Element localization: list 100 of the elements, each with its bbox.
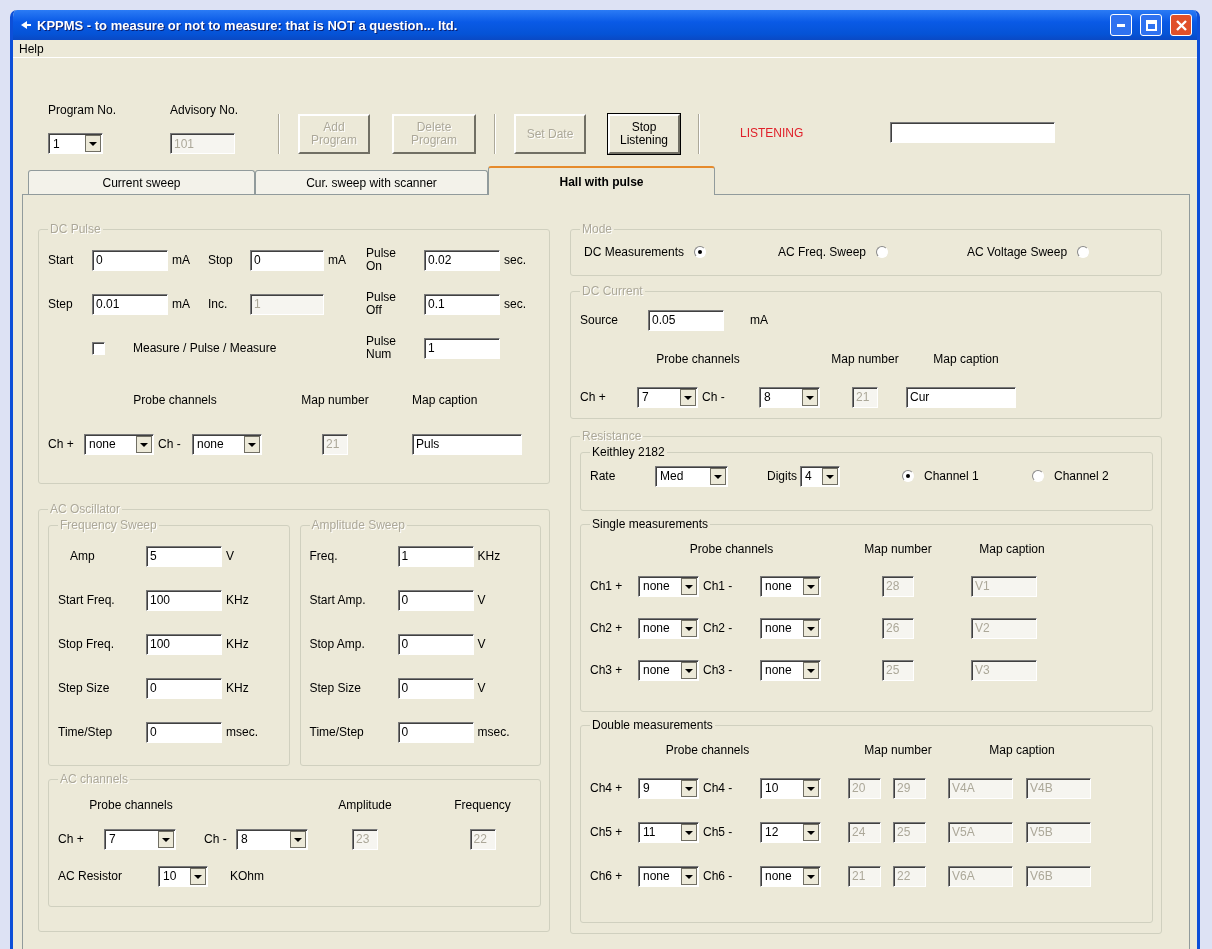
field-label: Ch1 - (703, 579, 734, 593)
field-label: Probe channels (133, 393, 217, 407)
field-label: Start Amp. (309, 593, 367, 607)
caret-icon (136, 435, 152, 453)
field-label: KOhm (230, 869, 265, 883)
field-label: sec. (504, 253, 527, 267)
field-label: Source (580, 313, 620, 327)
field-label: Map caption (989, 743, 1055, 757)
field-label: Stop (208, 253, 234, 267)
field-label: Amplitude (338, 798, 392, 812)
field-label: msec. (477, 725, 511, 739)
field-label: Probe channels (89, 798, 173, 812)
group-title: DC Current (581, 284, 644, 298)
caret-icon (803, 867, 819, 885)
field-label: AC Resistor (58, 869, 123, 883)
toolbar-button[interactable]: Stop Listening (608, 114, 680, 154)
field-label: Inc. (208, 297, 229, 311)
field-label: Ch - (158, 437, 182, 451)
field-label: V (226, 549, 235, 563)
field-label: Step Size (58, 681, 111, 695)
radio-label: Channel 1 (924, 469, 979, 483)
field-label: Ch6 - (703, 869, 734, 883)
field-label: Map caption (933, 352, 999, 366)
field-label: Ch + (580, 390, 607, 404)
caret-icon (681, 867, 697, 885)
group-title: Amplitude Sweep (310, 518, 406, 532)
group-title: DC Pulse (49, 222, 102, 236)
field-label: Time/Step (309, 725, 365, 739)
field-label: Ch2 + (590, 621, 624, 635)
field-label: KHz (477, 549, 502, 563)
field-label: V (477, 593, 487, 607)
caret-icon (803, 577, 819, 595)
group-title: Keithley 2182 (591, 445, 666, 459)
group-title: Mode (581, 222, 614, 236)
field-label: Program No. (48, 103, 118, 117)
field-label: Ch1 + (590, 579, 624, 593)
field-label: V (477, 681, 487, 695)
minimize-button[interactable] (1110, 14, 1132, 36)
caret-icon (681, 823, 697, 841)
field-label: Stop Amp. (309, 637, 366, 651)
caret-icon (803, 661, 819, 679)
field-label: Ch5 - (703, 825, 734, 839)
maximize-button[interactable] (1140, 14, 1162, 36)
radio-label: AC Freq. Sweep (778, 245, 867, 259)
field-label: Probe channels (689, 542, 774, 556)
field-label: Ch5 + (590, 825, 624, 839)
field-label: Pulse Num (366, 335, 398, 361)
tab[interactable]: Current sweep (28, 170, 255, 194)
caret-icon (190, 867, 206, 885)
field-label: mA (172, 297, 191, 311)
group-title: Resistance (581, 429, 643, 443)
radio-label: DC Measurements (584, 245, 685, 259)
tab[interactable]: Cur. sweep with scanner (255, 170, 488, 194)
field-label: Start (48, 253, 75, 267)
field-label: Ch2 - (703, 621, 734, 635)
menu-item[interactable]: Help (15, 41, 48, 56)
field-label: V (477, 637, 487, 651)
field-label: KHz (226, 637, 250, 651)
field-label: mA (328, 253, 347, 267)
field-label: mA (750, 313, 769, 327)
field-label: KHz (226, 681, 250, 695)
radio-label: AC Voltage Sweep (967, 245, 1068, 259)
group-title: AC channels (59, 772, 130, 786)
checkbox-label: Measure / Pulse / Measure (133, 341, 277, 355)
group-title: Frequency Sweep (59, 518, 158, 532)
field-label: Start Freq. (58, 593, 116, 607)
caret-icon (802, 388, 818, 406)
group-title: Single measurements (591, 517, 710, 531)
caret-icon (244, 435, 260, 453)
field-label: sec. (504, 297, 527, 311)
field-label: Ch3 + (590, 663, 624, 677)
field-label: Ch + (58, 832, 85, 846)
field-label: Ch4 - (703, 781, 734, 795)
caret-icon (158, 830, 174, 848)
field-label: Stop Freq. (58, 637, 116, 651)
caret-icon (803, 823, 819, 841)
caret-icon (803, 619, 819, 637)
field-label: Map number (831, 352, 899, 366)
group-title: AC Oscillator (49, 502, 121, 516)
dropdown[interactable]: 1 (48, 133, 103, 154)
field-label: Map number (301, 393, 369, 407)
field-label: Map number (864, 743, 932, 757)
field-label: Map caption (412, 393, 479, 407)
radio-label: Channel 2 (1054, 469, 1109, 483)
text-field[interactable] (890, 122, 1055, 143)
close-button[interactable] (1170, 14, 1192, 36)
field-label: msec. (226, 725, 259, 739)
field-label: Digits (767, 469, 798, 483)
field-label: Ch - (702, 390, 726, 404)
caret-icon (681, 619, 697, 637)
field-label: Ch - (204, 832, 228, 846)
field-label: Pulse On (366, 247, 398, 273)
field-label: Probe channels (656, 352, 740, 366)
field-label: Step (48, 297, 74, 311)
field-label: Pulse Off (366, 291, 398, 317)
group-title: Double measurements (591, 718, 714, 732)
field-label: Rate (590, 469, 617, 483)
tab[interactable]: Hall with pulse (488, 166, 715, 195)
status-label: LISTENING (740, 126, 805, 140)
field-label: Ch + (48, 437, 75, 451)
